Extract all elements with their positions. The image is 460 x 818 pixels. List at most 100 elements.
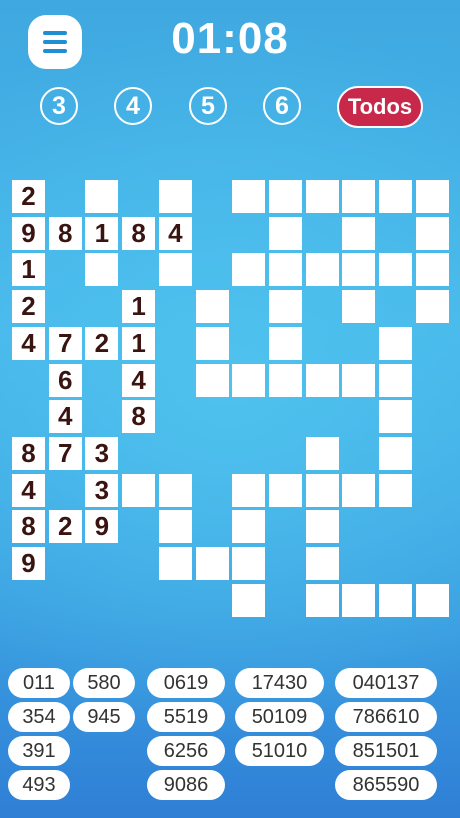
grid-cell-empty[interactable] [268, 180, 302, 213]
grid-cell-filled[interactable]: 8 [12, 436, 45, 470]
grid-cell-filled[interactable]: 4 [158, 216, 192, 250]
grid-cell-empty[interactable] [85, 180, 119, 213]
grid-cell-empty[interactable] [232, 473, 266, 507]
grid-cell-filled[interactable]: 1 [122, 290, 156, 324]
grid-cell-filled[interactable]: 2 [12, 290, 45, 324]
grid-cell-filled[interactable]: 8 [122, 400, 156, 434]
grid-cell-empty[interactable] [379, 253, 412, 287]
number-chip[interactable]: 580 [73, 668, 135, 698]
number-chip[interactable]: 040137 [335, 668, 437, 698]
menu-button[interactable] [28, 15, 82, 69]
filter-3[interactable]: 3 [40, 87, 78, 125]
number-chip[interactable]: 17430 [235, 668, 324, 698]
grid-cell-empty[interactable] [232, 363, 266, 397]
number-chip[interactable]: 851501 [335, 736, 437, 766]
grid-cell-empty[interactable] [415, 180, 449, 213]
grid-cell-filled[interactable]: 4 [12, 326, 45, 360]
filter-5[interactable]: 5 [189, 87, 227, 125]
grid-cell-empty[interactable] [195, 290, 229, 324]
filter-all[interactable]: Todos [337, 86, 423, 128]
grid-cell-empty[interactable] [415, 216, 449, 250]
grid-cell-empty[interactable] [305, 510, 339, 544]
grid-cell-empty[interactable] [85, 253, 119, 287]
number-chip[interactable]: 786610 [335, 702, 437, 732]
grid-cell-filled[interactable]: 7 [48, 326, 82, 360]
grid-cell-filled[interactable]: 8 [12, 510, 45, 544]
number-chip[interactable]: 50109 [235, 702, 324, 732]
grid-cell-filled[interactable]: 7 [48, 436, 82, 470]
grid-cell-empty[interactable] [268, 363, 302, 397]
grid-cell-empty[interactable] [268, 473, 302, 507]
number-chip[interactable]: 9086 [147, 770, 225, 800]
grid-cell-empty[interactable] [158, 547, 192, 580]
grid-cell-empty[interactable] [305, 547, 339, 580]
filter-4[interactable]: 4 [114, 87, 152, 125]
grid-cell-empty[interactable] [195, 326, 229, 360]
number-chip[interactable]: 5519 [147, 702, 225, 732]
grid-cell-empty[interactable] [158, 473, 192, 507]
grid-cell-empty[interactable] [305, 363, 339, 397]
grid-cell-filled[interactable]: 1 [122, 326, 156, 360]
grid-cell-empty[interactable] [305, 436, 339, 470]
number-chip[interactable]: 354 [8, 702, 70, 732]
grid-cell-empty[interactable] [268, 326, 302, 360]
grid-cell-filled[interactable]: 4 [48, 400, 82, 434]
grid-cell-filled[interactable]: 4 [12, 473, 45, 507]
grid-cell-empty[interactable] [195, 363, 229, 397]
grid-cell-empty[interactable] [342, 253, 376, 287]
grid-cell-empty[interactable] [232, 253, 266, 287]
number-chip[interactable]: 51010 [235, 736, 324, 766]
grid-cell-empty[interactable] [268, 216, 302, 250]
number-chip[interactable]: 011 [8, 668, 70, 698]
grid-cell-empty[interactable] [232, 180, 266, 213]
grid-cell-empty[interactable] [379, 473, 412, 507]
grid-cell-empty[interactable] [379, 326, 412, 360]
number-chip[interactable]: 6256 [147, 736, 225, 766]
grid-cell-empty[interactable] [379, 400, 412, 434]
grid-cell-empty[interactable] [379, 436, 412, 470]
grid-cell-filled[interactable]: 9 [85, 510, 119, 544]
grid-cell-empty[interactable] [342, 290, 376, 324]
grid-cell-filled[interactable]: 8 [122, 216, 156, 250]
grid-cell-empty[interactable] [379, 180, 412, 213]
grid-cell-filled[interactable]: 1 [12, 253, 45, 287]
grid-cell-filled[interactable]: 9 [12, 547, 45, 580]
grid-cell-filled[interactable]: 1 [85, 216, 119, 250]
grid-cell-filled[interactable]: 3 [85, 436, 119, 470]
grid-cell-empty[interactable] [342, 583, 376, 617]
grid-cell-empty[interactable] [305, 253, 339, 287]
grid-cell-filled[interactable]: 3 [85, 473, 119, 507]
number-chip[interactable]: 493 [8, 770, 70, 800]
grid-cell-filled[interactable]: 6 [48, 363, 82, 397]
grid-cell-empty[interactable] [305, 473, 339, 507]
grid-cell-empty[interactable] [158, 510, 192, 544]
grid-cell-empty[interactable] [232, 547, 266, 580]
grid-cell-empty[interactable] [195, 547, 229, 580]
grid-cell-filled[interactable]: 4 [122, 363, 156, 397]
grid-cell-filled[interactable]: 2 [85, 326, 119, 360]
grid-cell-empty[interactable] [305, 180, 339, 213]
grid-cell-empty[interactable] [158, 180, 192, 213]
grid-cell-empty[interactable] [379, 363, 412, 397]
grid-cell-empty[interactable] [379, 583, 412, 617]
grid-cell-empty[interactable] [122, 473, 156, 507]
grid-cell-empty[interactable] [158, 253, 192, 287]
grid-cell-empty[interactable] [342, 473, 376, 507]
number-chip[interactable]: 391 [8, 736, 70, 766]
grid-cell-empty[interactable] [415, 583, 449, 617]
grid-cell-filled[interactable]: 8 [48, 216, 82, 250]
grid-cell-empty[interactable] [415, 253, 449, 287]
grid-cell-filled[interactable]: 9 [12, 216, 45, 250]
grid-cell-empty[interactable] [268, 253, 302, 287]
number-chip[interactable]: 0619 [147, 668, 225, 698]
number-chip[interactable]: 865590 [335, 770, 437, 800]
grid-cell-empty[interactable] [342, 180, 376, 213]
grid-cell-empty[interactable] [415, 290, 449, 324]
grid-cell-empty[interactable] [342, 216, 376, 250]
grid-cell-empty[interactable] [342, 363, 376, 397]
grid-cell-filled[interactable]: 2 [12, 180, 45, 213]
grid-cell-empty[interactable] [305, 583, 339, 617]
number-chip[interactable]: 945 [73, 702, 135, 732]
grid-cell-empty[interactable] [268, 290, 302, 324]
grid-cell-filled[interactable]: 2 [48, 510, 82, 544]
